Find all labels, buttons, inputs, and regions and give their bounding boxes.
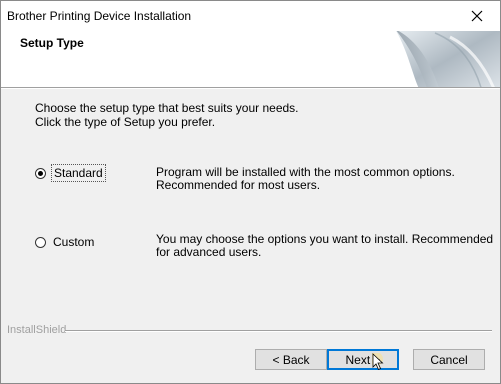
mouse-pointer-icon (372, 353, 384, 371)
cancel-button[interactable]: Cancel (413, 349, 485, 370)
standard-radio[interactable] (35, 167, 46, 179)
custom-radio[interactable] (35, 236, 46, 248)
page-title: Setup Type (20, 36, 84, 50)
option-custom[interactable]: Custom (35, 234, 96, 250)
window-title: Brother Printing Device Installation (7, 9, 192, 23)
custom-description: You may choose the options you want to i… (156, 232, 494, 259)
instructions: Choose the setup type that best suits yo… (35, 101, 299, 129)
installshield-brand: InstallShield (7, 324, 67, 336)
instruction-line-2: Click the type of Setup you prefer. (35, 115, 216, 129)
page-curl-graphic (396, 31, 500, 87)
setup-dialog: Brother Printing Device Installation Set… (0, 0, 501, 384)
close-button[interactable] (458, 3, 496, 29)
close-icon (471, 10, 483, 22)
header-divider (1, 87, 500, 89)
instruction-line-1: Choose the setup type that best suits yo… (35, 101, 299, 115)
custom-label[interactable]: Custom (51, 234, 96, 250)
option-standard[interactable]: Standard (35, 164, 106, 182)
title-bar: Brother Printing Device Installation (1, 1, 500, 31)
back-button[interactable]: < Back (255, 349, 327, 370)
footer-divider (65, 330, 492, 332)
header-banner: Setup Type (1, 31, 500, 87)
next-button[interactable]: Next > (327, 349, 399, 370)
standard-description: Program will be installed with the most … (156, 165, 455, 192)
standard-label[interactable]: Standard (51, 164, 106, 182)
